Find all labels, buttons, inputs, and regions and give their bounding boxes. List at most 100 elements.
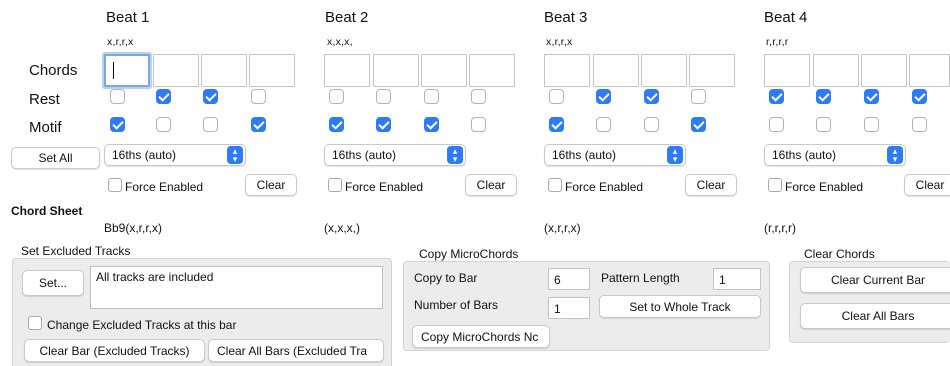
beat-2-pattern: x,x,x, [327, 36, 353, 48]
beat-3-chord-input-2[interactable] [593, 54, 639, 87]
pattern-length-value: 1 [719, 273, 726, 287]
beat-3-rest-checkbox-3[interactable] [644, 89, 659, 104]
beat-3-resolution-select[interactable]: 16ths (auto) ▴ ▾ [544, 144, 686, 166]
beat-1-force-enabled-label: Force Enabled [125, 180, 204, 194]
beat-2-motif-checkbox-4[interactable] [471, 117, 486, 132]
beat-3-resolution-value: 16ths (auto) [552, 148, 617, 162]
beat-1-motif-checkbox-3[interactable] [203, 117, 218, 132]
beat-1-rest-checkbox-3[interactable] [203, 89, 218, 104]
beat-3-force-enabled-label: Force Enabled [565, 180, 644, 194]
set-to-whole-track-button[interactable]: Set to Whole Track [599, 295, 761, 318]
beat-1-force-enabled-checkbox[interactable] [108, 178, 122, 192]
beat-2-rest-checkbox-4[interactable] [471, 89, 486, 104]
beat-3-chord-input-4[interactable] [689, 54, 735, 87]
copy-microchords-now-button[interactable]: Copy MicroChords Nc [412, 325, 550, 348]
beat-2-clear-button[interactable]: Clear [465, 174, 517, 196]
beat-1-chord-input-2[interactable] [153, 54, 199, 87]
beat-3-motif-checkbox-1[interactable] [549, 117, 564, 132]
change-excluded-tracks-checkbox[interactable] [28, 316, 42, 330]
beat-4-chord-input-1[interactable] [764, 54, 810, 87]
beat-3-clear-button[interactable]: Clear [685, 174, 737, 196]
beat-1-rest-checkbox-2[interactable] [156, 89, 171, 104]
beat-3-rest-checkbox-2[interactable] [596, 89, 611, 104]
beat-4-resolution-select[interactable]: 16ths (auto) ▴ ▾ [764, 144, 906, 166]
beat-2-rest-checkbox-1[interactable] [329, 89, 344, 104]
beat-4-chord-input-2[interactable] [813, 54, 859, 87]
beat-3-motif-checkbox-2[interactable] [596, 117, 611, 132]
beat-2-motif-checkbox-1[interactable] [329, 117, 344, 132]
beat-2-rest-checkbox-3[interactable] [424, 89, 439, 104]
beat-2-chord-input-1[interactable] [324, 54, 370, 87]
beat-1-resolution-select[interactable]: 16ths (auto) ▴ ▾ [104, 144, 246, 166]
beat-2-resolution-select[interactable]: 16ths (auto) ▴ ▾ [324, 144, 466, 166]
clear-bar-excluded-tracks-button[interactable]: Clear Bar (Excluded Tracks) [24, 339, 205, 362]
beat-3-motif-checkbox-4[interactable] [691, 117, 706, 132]
beat-2-force-enabled-label: Force Enabled [345, 180, 424, 194]
beat-4-motif-checkbox-3[interactable] [864, 117, 879, 132]
beat-1-motif-checkbox-4[interactable] [251, 117, 266, 132]
beat-3-force-enabled-checkbox[interactable] [548, 178, 562, 192]
beat-3-chord-input-1[interactable] [544, 54, 590, 87]
beat-1-motif-checkbox-2[interactable] [156, 117, 171, 132]
number-of-bars-field[interactable]: 1 [548, 297, 590, 319]
number-of-bars-value: 1 [554, 302, 561, 316]
copy-to-bar-value: 6 [554, 273, 561, 287]
beat-4-rest-checkbox-3[interactable] [864, 89, 879, 104]
beat-3-rest-checkbox-1[interactable] [549, 89, 564, 104]
beat-4-rest-checkbox-2[interactable] [816, 89, 831, 104]
beat-1-chord-input-1[interactable] [104, 54, 150, 87]
beat-3-motif-checkbox-3[interactable] [644, 117, 659, 132]
copy-to-bar-field[interactable]: 6 [548, 268, 590, 290]
beat-4-motif-checkbox-4[interactable] [912, 117, 927, 132]
beat-4-motif-checkbox-1[interactable] [769, 117, 784, 132]
beat-4-rest-checkbox-1[interactable] [769, 89, 784, 104]
clear-all-bars-button[interactable]: Clear All Bars [800, 303, 950, 329]
beat-4-chord-sheet-entry: (r,r,r,r) [764, 221, 796, 235]
excluded-tracks-textbox[interactable]: All tracks are included [90, 266, 383, 309]
beat-4-clear-button[interactable]: Clear [904, 174, 950, 196]
beat-2-motif-checkbox-2[interactable] [376, 117, 391, 132]
select-arrows-icon: ▴ ▾ [667, 146, 683, 164]
beat-1-rest-checkbox-1[interactable] [110, 89, 125, 104]
pattern-length-label: Pattern Length [601, 271, 680, 285]
beat-2-force-enabled-checkbox[interactable] [328, 178, 342, 192]
beat-1-chord-input-4[interactable] [249, 54, 295, 87]
beat-2-chord-input-2[interactable] [373, 54, 419, 87]
beat-4-motif-checkbox-2[interactable] [816, 117, 831, 132]
beat-4-force-enabled-checkbox[interactable] [768, 178, 782, 192]
rest-row-label: Rest [29, 91, 60, 108]
set-all-button[interactable]: Set All [11, 147, 100, 169]
beat-2-chord-input-4[interactable] [469, 54, 515, 87]
motif-row-label: Motif [29, 119, 62, 136]
beat-1-rest-checkbox-4[interactable] [251, 89, 266, 104]
beat-4-pattern: r,r,r,r [766, 36, 789, 48]
beat-1-chord-sheet-entry: Bb9(x,r,r,x) [104, 221, 163, 235]
beat-1-resolution-value: 16ths (auto) [112, 148, 177, 162]
beat-3-chord-sheet-entry: (x,r,r,x) [544, 221, 581, 235]
beat-4-rest-checkbox-4[interactable] [912, 89, 927, 104]
beat-1-motif-checkbox-1[interactable] [110, 117, 125, 132]
beat-4-resolution-value: 16ths (auto) [772, 148, 837, 162]
beat-4-chord-input-4[interactable] [909, 54, 950, 87]
beat-1-chord-input-3[interactable] [201, 54, 247, 87]
copy-to-bar-label: Copy to Bar [414, 271, 478, 285]
beat-4-chord-input-3[interactable] [861, 54, 907, 87]
beat-3-chord-input-3[interactable] [641, 54, 687, 87]
beat-3-rest-checkbox-4[interactable] [691, 89, 706, 104]
beat-1-pattern: x,r,r,x [107, 36, 134, 48]
clear-current-bar-button[interactable]: Clear Current Bar [800, 267, 950, 293]
pattern-length-field[interactable]: 1 [713, 268, 761, 290]
set-excluded-tracks-button[interactable]: Set... [22, 270, 84, 296]
clear-all-bars-excluded-tracks-button[interactable]: Clear All Bars (Excluded Tra [208, 339, 384, 362]
beat-4-title: Beat 4 [764, 9, 808, 26]
beat-1-clear-button[interactable]: Clear [245, 174, 297, 196]
beat-2-chord-input-3[interactable] [421, 54, 467, 87]
beat-2-motif-checkbox-3[interactable] [424, 117, 439, 132]
copy-microchords-title: Copy MicroChords [419, 247, 519, 261]
beat-3-title: Beat 3 [544, 9, 588, 26]
excluded-tracks-title: Set Excluded Tracks [21, 244, 131, 258]
chords-row-label: Chords [29, 62, 78, 79]
select-arrows-icon: ▴ ▾ [227, 146, 243, 164]
beat-2-rest-checkbox-2[interactable] [376, 89, 391, 104]
beat-2-chord-sheet-entry: (x,x,x,) [324, 221, 360, 235]
